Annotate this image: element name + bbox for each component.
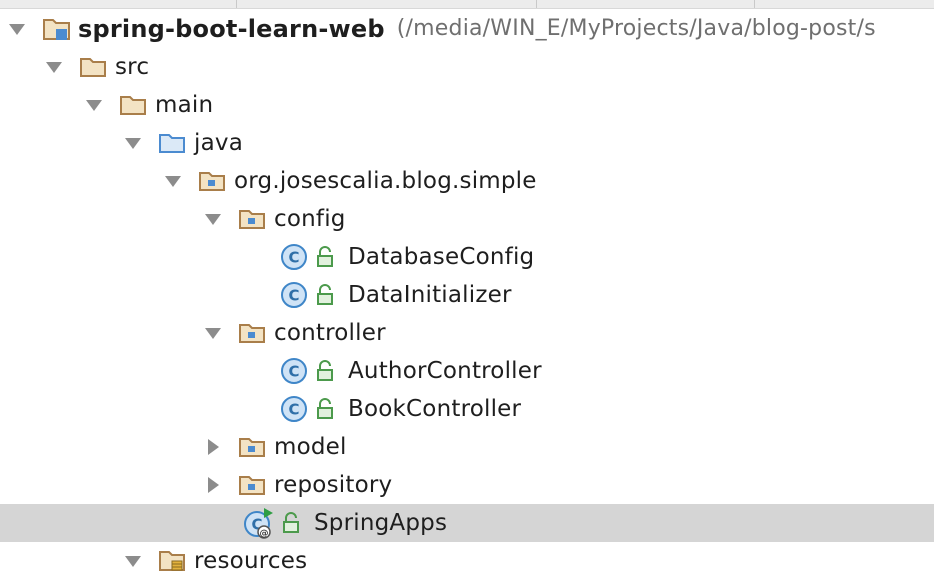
node-label: DatabaseConfig xyxy=(348,244,535,270)
folder-icon xyxy=(79,56,107,78)
node-label: model xyxy=(274,434,347,460)
tree-node-model[interactable]: model xyxy=(0,428,934,466)
package-icon xyxy=(238,436,266,458)
svg-text:C: C xyxy=(288,401,299,419)
tree-node-repository[interactable]: repository xyxy=(0,466,934,504)
tree-node-spring-apps[interactable]: C @ SpringApps xyxy=(0,504,934,542)
node-label: resources xyxy=(194,548,308,574)
class-icon: C xyxy=(280,243,308,271)
tree-node-config[interactable]: config xyxy=(0,200,934,238)
tree-node-author-controller[interactable]: C AuthorController xyxy=(0,352,934,390)
node-label: repository xyxy=(274,472,393,498)
lock-icon xyxy=(314,246,336,268)
node-label: SpringApps xyxy=(314,510,448,536)
tab-strip-segment xyxy=(536,0,755,8)
lock-icon xyxy=(314,360,336,382)
package-icon xyxy=(238,474,266,496)
project-path: (/media/WIN_E/MyProjects/Java/blog-post/… xyxy=(396,16,876,41)
svg-text:C: C xyxy=(288,249,299,267)
tree-node-java[interactable]: java xyxy=(0,124,934,162)
tree-node-database-config[interactable]: C DatabaseConfig xyxy=(0,238,934,276)
expand-arrow-icon[interactable] xyxy=(77,86,111,124)
project-tree[interactable]: spring-boot-learn-web (/media/WIN_E/MyPr… xyxy=(0,10,934,580)
class-icon: C xyxy=(280,281,308,309)
tree-node-package[interactable]: org.josescalia.blog.simple xyxy=(0,162,934,200)
resources-folder-icon xyxy=(158,549,186,573)
class-icon: C xyxy=(280,395,308,423)
collapse-arrow-icon[interactable] xyxy=(196,428,230,466)
collapse-arrow-icon[interactable] xyxy=(196,466,230,504)
expand-arrow-icon[interactable] xyxy=(156,162,190,200)
node-label: config xyxy=(274,206,346,232)
node-label: BookController xyxy=(348,396,522,422)
node-label: controller xyxy=(274,320,386,346)
project-module-icon xyxy=(42,16,72,42)
expand-arrow-icon[interactable] xyxy=(37,48,71,86)
expand-arrow-icon[interactable] xyxy=(116,124,150,162)
project-name: spring-boot-learn-web xyxy=(78,15,385,43)
expand-arrow-icon[interactable] xyxy=(196,314,230,352)
lock-icon xyxy=(314,284,336,306)
tree-node-data-initializer[interactable]: C DataInitializer xyxy=(0,276,934,314)
folder-icon xyxy=(119,94,147,116)
tree-node-resources[interactable]: resources xyxy=(0,542,934,580)
runnable-class-icon: C @ xyxy=(242,507,274,539)
editor-tab-strip xyxy=(0,0,934,9)
source-folder-icon xyxy=(158,132,186,154)
package-icon xyxy=(238,322,266,344)
lock-icon xyxy=(314,398,336,420)
class-icon: C xyxy=(280,357,308,385)
tree-node-book-controller[interactable]: C BookController xyxy=(0,390,934,428)
package-icon xyxy=(238,208,266,230)
expand-arrow-icon[interactable] xyxy=(196,200,230,238)
tree-node-project-root[interactable]: spring-boot-learn-web (/media/WIN_E/MyPr… xyxy=(0,10,934,48)
svg-text:@: @ xyxy=(260,529,269,539)
lock-icon xyxy=(280,512,302,534)
tab-strip-segment xyxy=(754,0,934,8)
tree-node-src[interactable]: src xyxy=(0,48,934,86)
expand-arrow-icon[interactable] xyxy=(0,10,34,48)
svg-text:C: C xyxy=(288,363,299,381)
node-label: java xyxy=(194,130,243,156)
node-label: AuthorController xyxy=(348,358,542,384)
node-label: main xyxy=(155,92,214,118)
tree-node-controller[interactable]: controller xyxy=(0,314,934,352)
tab-strip-segment xyxy=(0,0,237,8)
expand-arrow-icon[interactable] xyxy=(116,542,150,580)
tab-strip-segment xyxy=(236,0,537,8)
package-icon xyxy=(198,170,226,192)
svg-text:C: C xyxy=(288,287,299,305)
node-label: DataInitializer xyxy=(348,282,512,308)
node-label: org.josescalia.blog.simple xyxy=(234,168,537,194)
tree-node-main[interactable]: main xyxy=(0,86,934,124)
node-label: src xyxy=(115,54,150,80)
